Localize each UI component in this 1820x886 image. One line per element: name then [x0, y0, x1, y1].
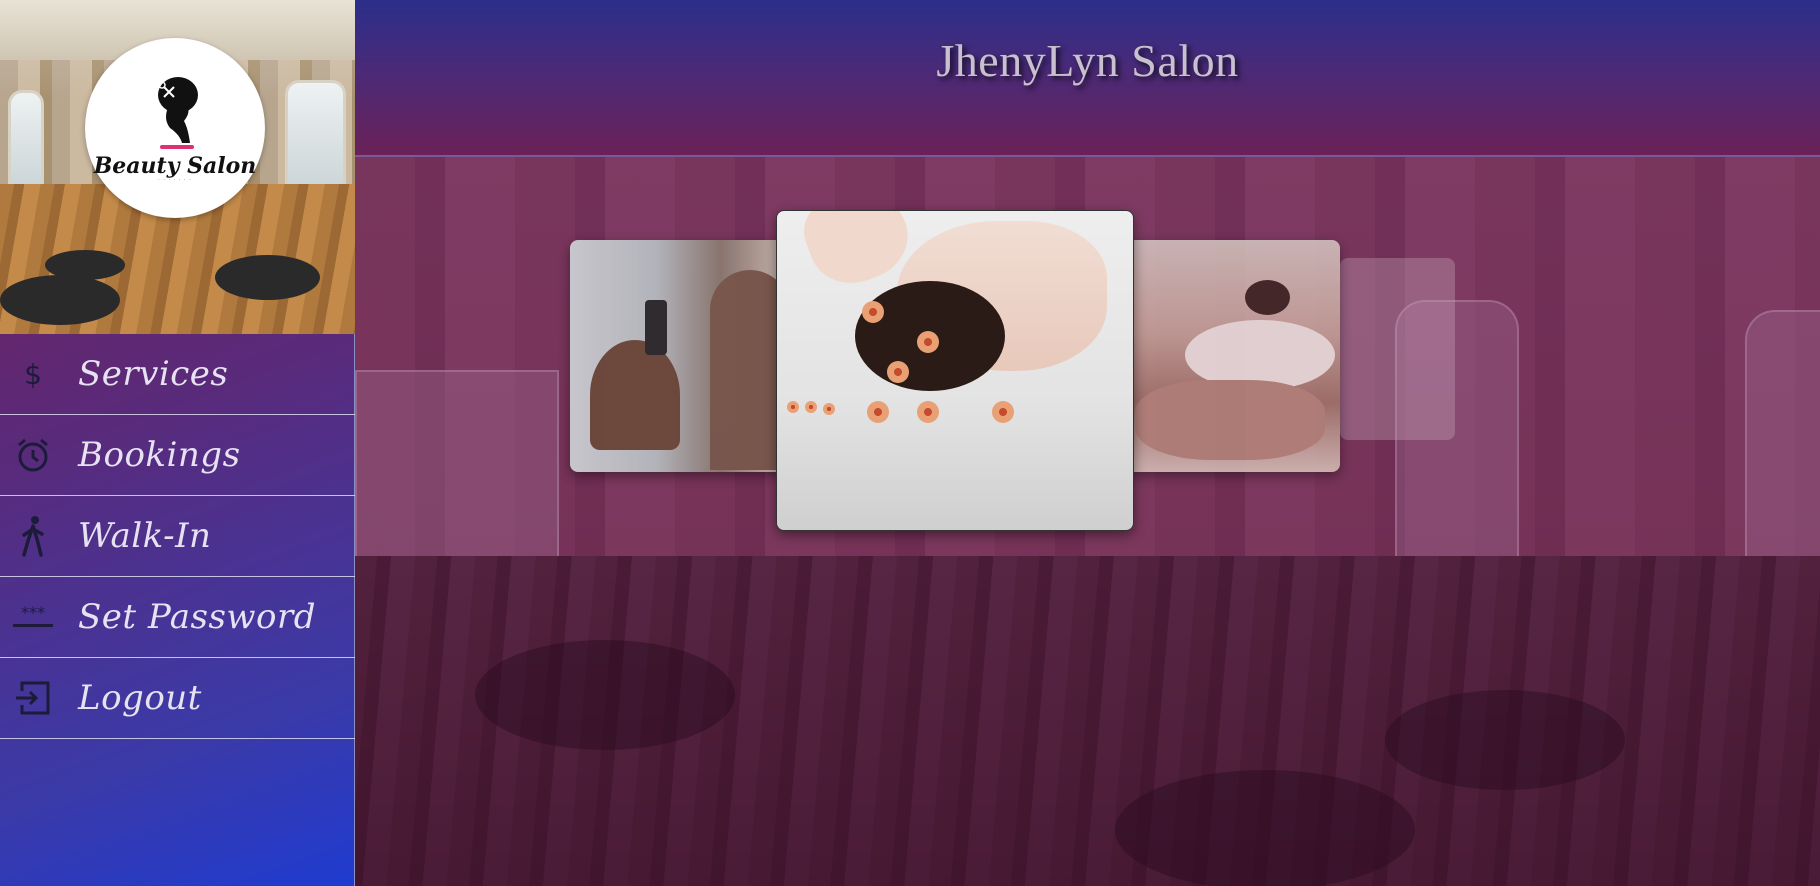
flower: [887, 361, 909, 383]
svg-text:***: ***: [21, 603, 45, 622]
back-figure: [1135, 380, 1325, 460]
alarm-clock-icon: [0, 436, 66, 474]
carousel-slide-facial-spa[interactable]: [776, 210, 1134, 531]
sidebar-item-set-password[interactable]: *** Set Password: [0, 577, 355, 658]
password-icon: ***: [0, 602, 66, 632]
sidebar-nav: $ Services Bookings Walk-In *** Set Pass…: [0, 334, 355, 739]
svg-text:$: $: [24, 358, 42, 391]
image-carousel[interactable]: [355, 0, 1820, 886]
woman-silhouette-icon: [158, 77, 198, 149]
sidebar-item-logout[interactable]: Logout: [0, 658, 355, 739]
walking-person-icon: [0, 515, 66, 557]
stylist-figure: [710, 270, 785, 470]
app-root: Beauty Salon · · · · · · · $ Services Bo…: [0, 0, 1820, 886]
flower: [917, 401, 939, 423]
sidebar-item-bookings[interactable]: Bookings: [0, 415, 355, 496]
logo-tagline-mark: · · · · · · ·: [158, 177, 192, 183]
sidebar-item-label: Walk-In: [78, 516, 212, 556]
sidebar-item-label: Set Password: [78, 597, 316, 637]
carousel-slide-hair-styling[interactable]: [570, 240, 785, 472]
main-content: JhenyLyn Salon: [355, 0, 1820, 886]
salon-logo: Beauty Salon · · · · · · ·: [85, 38, 265, 218]
dollar-icon: $: [0, 357, 66, 391]
flower: [787, 401, 799, 413]
logo-brand-text: Beauty Salon: [93, 153, 257, 179]
sidebar: Beauty Salon · · · · · · · $ Services Bo…: [0, 0, 355, 886]
sidebar-item-label: Logout: [78, 678, 202, 718]
sidebar-item-label: Services: [78, 354, 229, 394]
sidebar-hero-image: Beauty Salon · · · · · · ·: [0, 0, 355, 334]
head-figure: [1245, 280, 1290, 315]
hero-chair: [215, 255, 320, 300]
flower: [867, 401, 889, 423]
sidebar-item-label: Bookings: [78, 435, 241, 475]
flower: [992, 401, 1014, 423]
client-figure: [590, 340, 680, 450]
flower: [805, 401, 817, 413]
flower: [862, 301, 884, 323]
flower: [823, 403, 835, 415]
sidebar-item-services[interactable]: $ Services: [0, 334, 355, 415]
logout-icon: [0, 679, 66, 717]
sidebar-item-walk-in[interactable]: Walk-In: [0, 496, 355, 577]
carousel-slide-massage[interactable]: [1125, 240, 1340, 472]
flower: [917, 331, 939, 353]
hair-dryer: [645, 300, 667, 355]
hero-chair: [0, 275, 120, 325]
carousel-slide-far[interactable]: [1340, 258, 1455, 440]
